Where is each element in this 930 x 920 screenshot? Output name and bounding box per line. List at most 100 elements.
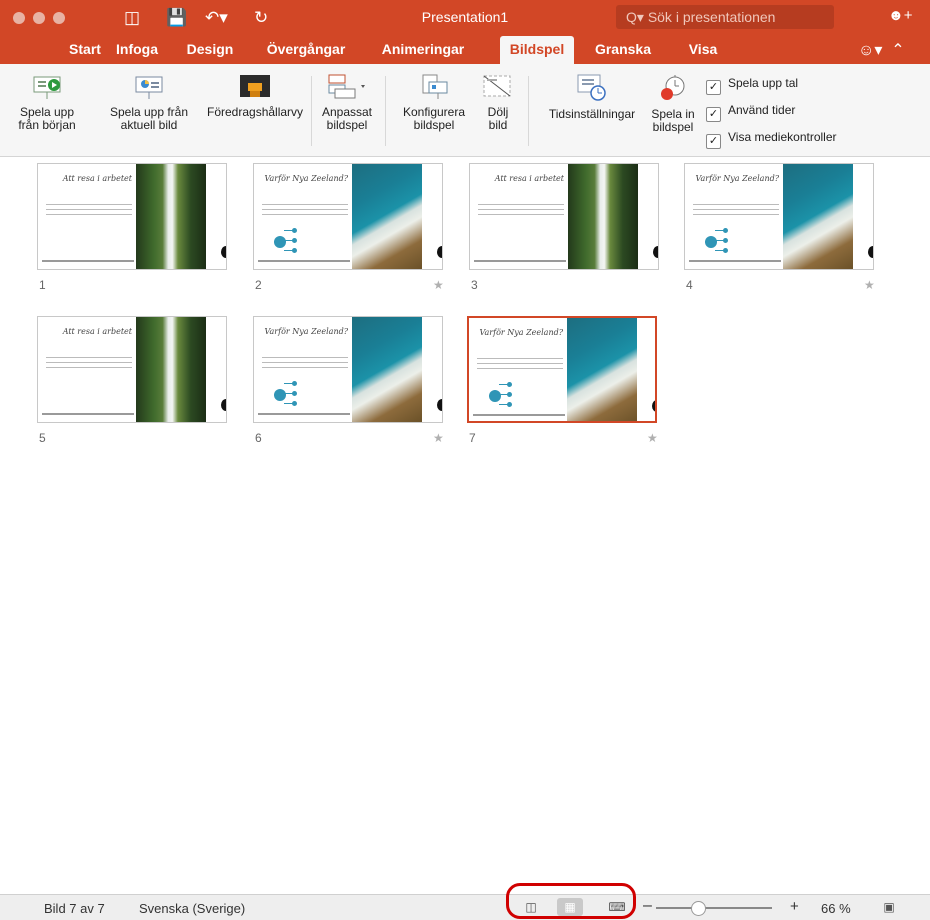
slide-body-text: [46, 367, 132, 368]
tab-design[interactable]: Design: [181, 36, 239, 64]
tab-granska[interactable]: Granska: [589, 36, 657, 64]
slide-footer-line: [42, 260, 134, 262]
mindmap-node: [274, 389, 286, 401]
configure-show-button[interactable]: Konfigurera bildspel: [395, 74, 473, 132]
coastline-photo: [567, 318, 637, 421]
coastline-photo: [783, 164, 853, 269]
undo-icon[interactable]: ↶▾: [205, 7, 228, 29]
presenter-view-button[interactable]: Föredragshållarvy: [207, 74, 303, 119]
slide-thumbnail[interactable]: Att resa i arbetet: [37, 163, 227, 270]
slide-thumbnail-title: Varför Nya Zeeland?: [264, 327, 348, 336]
transition-star-icon[interactable]: ★: [647, 431, 658, 445]
redo-icon[interactable]: ↻: [254, 7, 268, 29]
mindmap-connector: [715, 230, 725, 231]
slide-body-text: [477, 368, 563, 369]
checkbox-play-narration[interactable]: ✓ Spela upp tal: [706, 76, 798, 95]
slide-thumbnail-title: Att resa i arbetet: [494, 174, 564, 183]
configure-show-icon: [419, 74, 449, 100]
search-placeholder: Sök i presentationen: [647, 9, 776, 25]
slide-thumbnail[interactable]: Att resa i arbetet: [37, 316, 227, 423]
tab-infoga[interactable]: Infoga: [111, 36, 163, 64]
slide-number: 5: [39, 431, 46, 445]
slide-thumbnail[interactable]: Varför Nya Zeeland?: [253, 163, 443, 270]
slide-number: 4: [686, 278, 693, 292]
search-icon: Q▾: [626, 9, 648, 25]
slide-body-text: [262, 204, 348, 205]
search-field[interactable]: Q▾ Sök i presentationen: [616, 5, 834, 29]
slide-thumbnail[interactable]: Varför Nya Zeeland?: [684, 163, 874, 270]
slide-body-text: [693, 214, 779, 215]
slide-thumbnail-title: Att resa i arbetet: [62, 327, 132, 336]
play-from-current-button[interactable]: Spela upp från aktuell bild: [93, 74, 205, 132]
presenter-view-icon: [239, 74, 271, 100]
mindmap-node: [705, 236, 717, 248]
slide-thumbnail[interactable]: Varför Nya Zeeland?: [253, 316, 443, 423]
checkmark-icon: ✓: [706, 80, 721, 95]
close-window-button[interactable]: [13, 12, 25, 24]
sidebar-toggle-icon[interactable]: ◫: [124, 7, 140, 29]
custom-show-button[interactable]: Anpassat bildspel: [318, 74, 376, 132]
slide-body-text: [477, 363, 563, 364]
slide-thumbnail-title: Varför Nya Zeeland?: [695, 174, 779, 183]
zoom-out-button[interactable]: –: [643, 897, 652, 915]
tab-start[interactable]: Start: [60, 36, 110, 64]
slide-body-text: [46, 204, 132, 205]
slide-footer-line: [42, 413, 134, 415]
slide-footer-line: [258, 413, 350, 415]
minimize-window-button[interactable]: [33, 12, 45, 24]
checkmark-icon: ✓: [706, 134, 721, 149]
zoom-slider-track[interactable]: [656, 907, 772, 909]
tab-animeringar[interactable]: Animeringar: [371, 36, 475, 64]
slide-number: 6: [255, 431, 262, 445]
slide-thumbnail[interactable]: Varför Nya Zeeland?: [467, 316, 657, 423]
play-from-start-button[interactable]: Spela upp från början: [4, 74, 90, 132]
hide-slide-button[interactable]: Dölj bild: [474, 74, 522, 132]
checkbox-label: Spela upp tal: [728, 76, 799, 90]
ribbon-separator: [311, 76, 312, 146]
mindmap-connector: [715, 240, 725, 241]
record-show-button[interactable]: Spela in bildspel: [646, 74, 700, 134]
slide-sorter-area: Att resa i arbetet 1 Varför Nya Zeeland? 2 ★…: [0, 157, 930, 894]
slide-footer-line: [689, 260, 781, 262]
mindmap-connector: [284, 403, 294, 404]
zoom-level: 66 %: [821, 901, 851, 916]
slide-body-text: [478, 214, 564, 215]
share-icon[interactable]: ☻+: [888, 7, 913, 24]
feedback-smiley-icon[interactable]: ☺▾ ⌃: [858, 40, 905, 60]
mindmap-node: [489, 390, 501, 402]
ribbon-bildspel: Spela upp från början Spela upp från akt…: [0, 64, 930, 157]
record-show-icon: [658, 74, 688, 102]
slide-thumbnail[interactable]: Att resa i arbetet: [469, 163, 659, 270]
checkbox-show-media-controls[interactable]: ✓ Visa mediekontroller: [706, 130, 837, 149]
slide-decoration-dot: [652, 400, 655, 412]
slide-number: 3: [471, 278, 478, 292]
tab-overgangar[interactable]: Övergångar: [258, 36, 354, 64]
slide-number: 2: [255, 278, 262, 292]
tab-bildspel[interactable]: Bildspel: [500, 36, 574, 64]
slide-body-text: [46, 362, 132, 363]
transition-star-icon[interactable]: ★: [433, 278, 444, 292]
window-title: Presentation1: [421, 9, 509, 25]
save-icon[interactable]: 💾: [166, 7, 187, 29]
rehearse-timings-button[interactable]: Tidsinställningar: [538, 74, 646, 121]
zoom-window-button[interactable]: [53, 12, 65, 24]
language-indicator[interactable]: Svenska (Sverige): [139, 901, 245, 916]
fit-to-window-icon[interactable]: ▣: [876, 898, 902, 916]
transition-star-icon[interactable]: ★: [864, 278, 875, 292]
mindmap-connector: [715, 250, 725, 251]
waterfall-photo: [136, 317, 206, 422]
checkbox-use-timings[interactable]: ✓ Använd tider: [706, 103, 795, 122]
checkmark-icon: ✓: [706, 107, 721, 122]
slide-body-text: [262, 357, 348, 358]
slide-decoration-dot: [868, 246, 873, 258]
slide-body-text: [262, 367, 348, 368]
slide-body-text: [693, 209, 779, 210]
transition-star-icon[interactable]: ★: [433, 431, 444, 445]
zoom-in-button[interactable]: +: [790, 898, 799, 915]
tab-visa[interactable]: Visa: [683, 36, 723, 64]
status-bar: Bild 7 av 7 Svenska (Sverige) ◫ ▦ ⌨ – + …: [0, 894, 930, 920]
mindmap-connector: [284, 240, 294, 241]
zoom-slider-handle[interactable]: [690, 901, 706, 916]
mindmap-connector: [284, 230, 294, 231]
slide-body-text: [46, 357, 132, 358]
